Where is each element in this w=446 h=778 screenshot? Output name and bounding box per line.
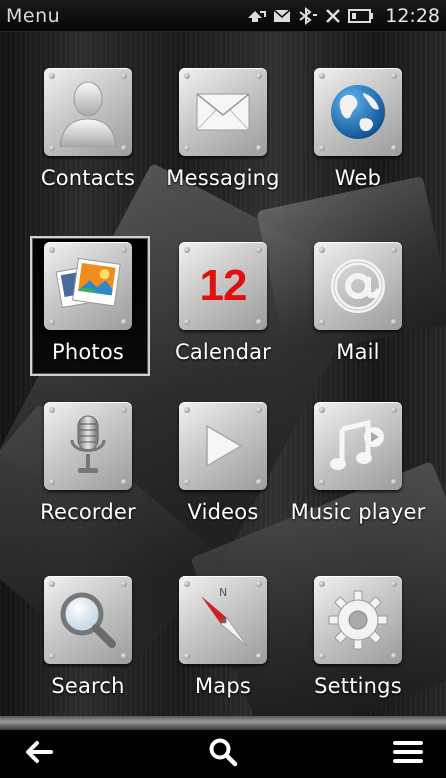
- back-button[interactable]: [18, 734, 58, 774]
- app-label: Search: [51, 674, 125, 698]
- calendar-day: 12: [199, 261, 248, 310]
- envelope-icon[interactable]: [179, 68, 267, 156]
- battery-icon: [348, 8, 374, 24]
- app-label: Photos: [51, 340, 125, 364]
- app-messaging[interactable]: Messaging: [157, 64, 289, 214]
- microphone-icon[interactable]: [44, 402, 132, 490]
- no-signal-icon: [325, 8, 341, 24]
- app-label: Web: [334, 166, 382, 190]
- app-settings[interactable]: Settings: [292, 572, 424, 722]
- search-button[interactable]: [203, 734, 243, 774]
- app-grid: Contacts Messaging Web Photos 12 Calenda…: [0, 32, 446, 730]
- app-label: Messaging: [166, 166, 280, 190]
- app-label: Calendar: [174, 340, 272, 364]
- app-label: Music player: [290, 500, 426, 524]
- message-icon: [273, 8, 291, 23]
- status-icons: 12:28: [246, 5, 440, 27]
- options-menu-button[interactable]: [388, 734, 428, 774]
- app-mail[interactable]: Mail: [292, 238, 424, 388]
- contacts-icon[interactable]: [44, 68, 132, 156]
- gear-icon[interactable]: [314, 576, 402, 664]
- app-search[interactable]: Search: [22, 572, 154, 722]
- app-label: Videos: [187, 500, 259, 524]
- play-icon[interactable]: [179, 402, 267, 490]
- app-label: Maps: [194, 674, 252, 698]
- photos-icon[interactable]: [44, 242, 132, 330]
- app-contacts[interactable]: Contacts: [22, 64, 154, 214]
- compass-north-label: N: [219, 586, 228, 599]
- app-label: Mail: [336, 340, 380, 364]
- chrome-divider: [0, 716, 446, 730]
- status-bar: Menu 12:28: [0, 0, 446, 32]
- app-calendar[interactable]: 12 Calendar: [157, 238, 289, 388]
- status-time: 12:28: [385, 4, 440, 27]
- status-title: Menu: [6, 4, 61, 27]
- back-arrow-icon: [23, 740, 53, 768]
- at-sign-icon[interactable]: [314, 242, 402, 330]
- compass-icon[interactable]: N: [179, 576, 267, 664]
- app-photos[interactable]: Photos: [22, 236, 154, 388]
- app-videos[interactable]: Videos: [157, 398, 289, 548]
- bluetooth-icon: [298, 6, 318, 25]
- magnifier-icon[interactable]: [44, 576, 132, 664]
- app-web[interactable]: Web: [292, 64, 424, 214]
- app-label: Contacts: [40, 166, 136, 190]
- calendar-icon[interactable]: 12: [179, 242, 267, 330]
- music-note-icon[interactable]: [314, 402, 402, 490]
- app-label: Recorder: [40, 500, 136, 524]
- search-icon: [208, 737, 238, 771]
- app-label: Settings: [314, 674, 402, 698]
- globe-icon[interactable]: [314, 68, 402, 156]
- app-recorder[interactable]: Recorder: [22, 398, 154, 548]
- nav-bar: [0, 730, 446, 778]
- app-maps[interactable]: N Maps: [157, 572, 289, 722]
- app-music-player[interactable]: Music player: [290, 398, 426, 548]
- options-menu-icon: [393, 739, 423, 769]
- data-transfer-icon: [246, 8, 267, 24]
